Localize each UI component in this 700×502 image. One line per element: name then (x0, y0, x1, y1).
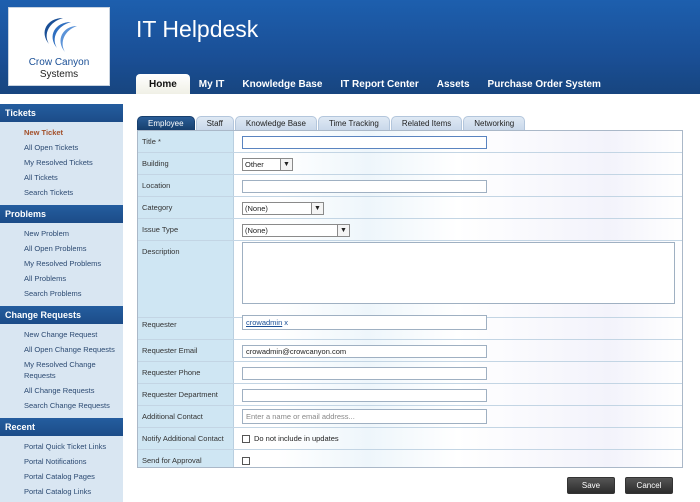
additional-contact-label: Additional Contact (142, 412, 203, 421)
tab-time-tracking[interactable]: Time Tracking (317, 116, 390, 130)
requester-department-input[interactable] (242, 389, 487, 402)
requester-people-picker[interactable]: crowadmin x (242, 315, 487, 330)
remove-user-icon[interactable]: x (284, 318, 288, 327)
sidebar-heading-tickets[interactable]: Tickets (0, 104, 123, 122)
row-issue-type: Issue Type (None) ▼ (138, 219, 682, 241)
title-input[interactable] (242, 136, 487, 149)
description-textarea[interactable] (242, 242, 675, 304)
sidebar-link-my-resolved-tickets[interactable]: My Resolved Tickets (0, 155, 123, 170)
category-select[interactable]: (None) ▼ (242, 202, 324, 215)
tab-staff[interactable]: Staff (195, 116, 234, 130)
category-label: Category (142, 203, 173, 212)
tab-related-items[interactable]: Related Items (390, 116, 463, 130)
topnav-home[interactable]: Home (136, 74, 190, 94)
logo-text-line2: Systems (39, 69, 79, 80)
notify-checkbox[interactable] (242, 435, 250, 443)
row-additional-contact: Additional Contact Enter a name or email… (138, 406, 682, 428)
issue-type-value: (None) (245, 226, 268, 235)
top-navigation: Home My IT Knowledge Base IT Report Cent… (136, 74, 610, 94)
requester-department-label: Requester Department (142, 390, 218, 399)
quick-launch-sidebar: Tickets New Ticket All Open Tickets My R… (0, 104, 123, 502)
sidebar-heading-recent[interactable]: Recent (0, 418, 123, 436)
issue-type-select[interactable]: (None) ▼ (242, 224, 350, 237)
sidebar-link-portal-catalog-pages[interactable]: Portal Catalog Pages (0, 469, 123, 484)
sidebar-link-my-resolved-problems[interactable]: My Resolved Problems (0, 256, 123, 271)
sidebar-link-all-open-change-requests[interactable]: All Open Change Requests (0, 342, 123, 357)
sidebar-link-all-change-requests[interactable]: All Change Requests (0, 383, 123, 398)
notify-label: Notify Additional Contact (142, 434, 224, 443)
topnav-my-it[interactable]: My IT (190, 74, 234, 94)
location-label: Location (142, 181, 171, 190)
sidebar-link-new-change-request[interactable]: New Change Request (0, 327, 123, 342)
topnav-knowledge-base[interactable]: Knowledge Base (233, 74, 331, 94)
form-tabs: Employee Staff Knowledge Base Time Track… (137, 116, 526, 130)
row-send-for-approval: Send for Approval (138, 450, 682, 467)
tab-knowledge-base[interactable]: Knowledge Base (234, 116, 317, 130)
approval-checkbox[interactable] (242, 457, 250, 465)
notify-checkbox-label[interactable]: Do not include in updates (254, 434, 339, 443)
description-label: Description (142, 247, 180, 256)
sidebar-link-my-resolved-change-requests[interactable]: My Resolved Change Requests (0, 357, 123, 383)
additional-contact-placeholder: Enter a name or email address... (246, 412, 355, 421)
crow-canyon-logo[interactable]: Crow Canyon Systems (8, 7, 110, 86)
site-title: IT Helpdesk (136, 16, 259, 42)
tab-networking[interactable]: Networking (463, 116, 526, 130)
sidebar-heading-change-requests[interactable]: Change Requests (0, 306, 123, 324)
row-category: Category (None) ▼ (138, 197, 682, 219)
row-requester-phone: Requester Phone (138, 362, 682, 384)
sidebar-link-all-open-problems[interactable]: All Open Problems (0, 241, 123, 256)
row-requester-email: Requester Email crowadmin@crowcanyon.com (138, 340, 682, 362)
sidebar-heading-problems[interactable]: Problems (0, 205, 123, 223)
additional-contact-people-picker[interactable]: Enter a name or email address... (242, 409, 487, 424)
sidebar-link-new-problem[interactable]: New Problem (0, 226, 123, 241)
requester-email-label: Requester Email (142, 346, 198, 355)
sidebar-link-search-tickets[interactable]: Search Tickets (0, 185, 123, 200)
topnav-it-report-center[interactable]: IT Report Center (331, 74, 427, 94)
building-select[interactable]: Other ▼ (242, 158, 293, 171)
requester-user-link[interactable]: crowadmin (246, 318, 282, 327)
category-value: (None) (245, 204, 268, 213)
sidebar-link-new-ticket[interactable]: New Ticket (0, 125, 123, 140)
cancel-button[interactable]: Cancel (625, 477, 673, 494)
save-button[interactable]: Save (567, 477, 615, 494)
building-value: Other (245, 160, 264, 169)
main-content: Employee Staff Knowledge Base Time Track… (123, 94, 700, 502)
sidebar-link-search-problems[interactable]: Search Problems (0, 286, 123, 301)
chevron-down-icon: ▼ (280, 159, 292, 170)
requester-email-input[interactable]: crowadmin@crowcanyon.com (242, 345, 487, 358)
building-label: Building (142, 159, 169, 168)
title-label: Title * (142, 137, 161, 146)
chevron-down-icon: ▼ (311, 203, 323, 214)
tab-employee[interactable]: Employee (137, 116, 195, 130)
new-ticket-form: Title * Building Other ▼ Location Catego… (137, 130, 683, 468)
issue-type-label: Issue Type (142, 225, 179, 234)
logo-text-line1: Crow Canyon (28, 57, 90, 68)
chevron-down-icon: ▼ (337, 225, 349, 236)
requester-label: Requester (142, 320, 177, 329)
row-building: Building Other ▼ (138, 153, 682, 175)
location-input[interactable] (242, 180, 487, 193)
requester-phone-label: Requester Phone (142, 368, 201, 377)
sidebar-link-all-tickets[interactable]: All Tickets (0, 170, 123, 185)
topnav-assets[interactable]: Assets (428, 74, 479, 94)
row-location: Location (138, 175, 682, 197)
sidebar-link-portal-notifications[interactable]: Portal Notifications (0, 454, 123, 469)
topnav-purchase-order-system[interactable]: Purchase Order System (479, 74, 610, 94)
requester-phone-input[interactable] (242, 367, 487, 380)
row-requester: Requester crowadmin x (138, 315, 682, 340)
sidebar-link-portal-quick-ticket-links[interactable]: Portal Quick Ticket Links (0, 439, 123, 454)
sidebar-link-portal-catalog-links[interactable]: Portal Catalog Links (0, 484, 123, 499)
row-requester-department: Requester Department (138, 384, 682, 406)
sidebar-link-search-change-requests[interactable]: Search Change Requests (0, 398, 123, 413)
sidebar-link-all-open-tickets[interactable]: All Open Tickets (0, 140, 123, 155)
site-header: Crow Canyon Systems IT Helpdesk Home My … (0, 0, 700, 94)
row-notify-additional-contact: Notify Additional Contact Do not include… (138, 428, 682, 450)
sidebar-link-all-problems[interactable]: All Problems (0, 271, 123, 286)
row-title: Title * (138, 131, 682, 153)
row-description: Description (138, 241, 682, 318)
crow-canyon-logo-icon (44, 18, 77, 52)
approval-label: Send for Approval (142, 456, 202, 465)
